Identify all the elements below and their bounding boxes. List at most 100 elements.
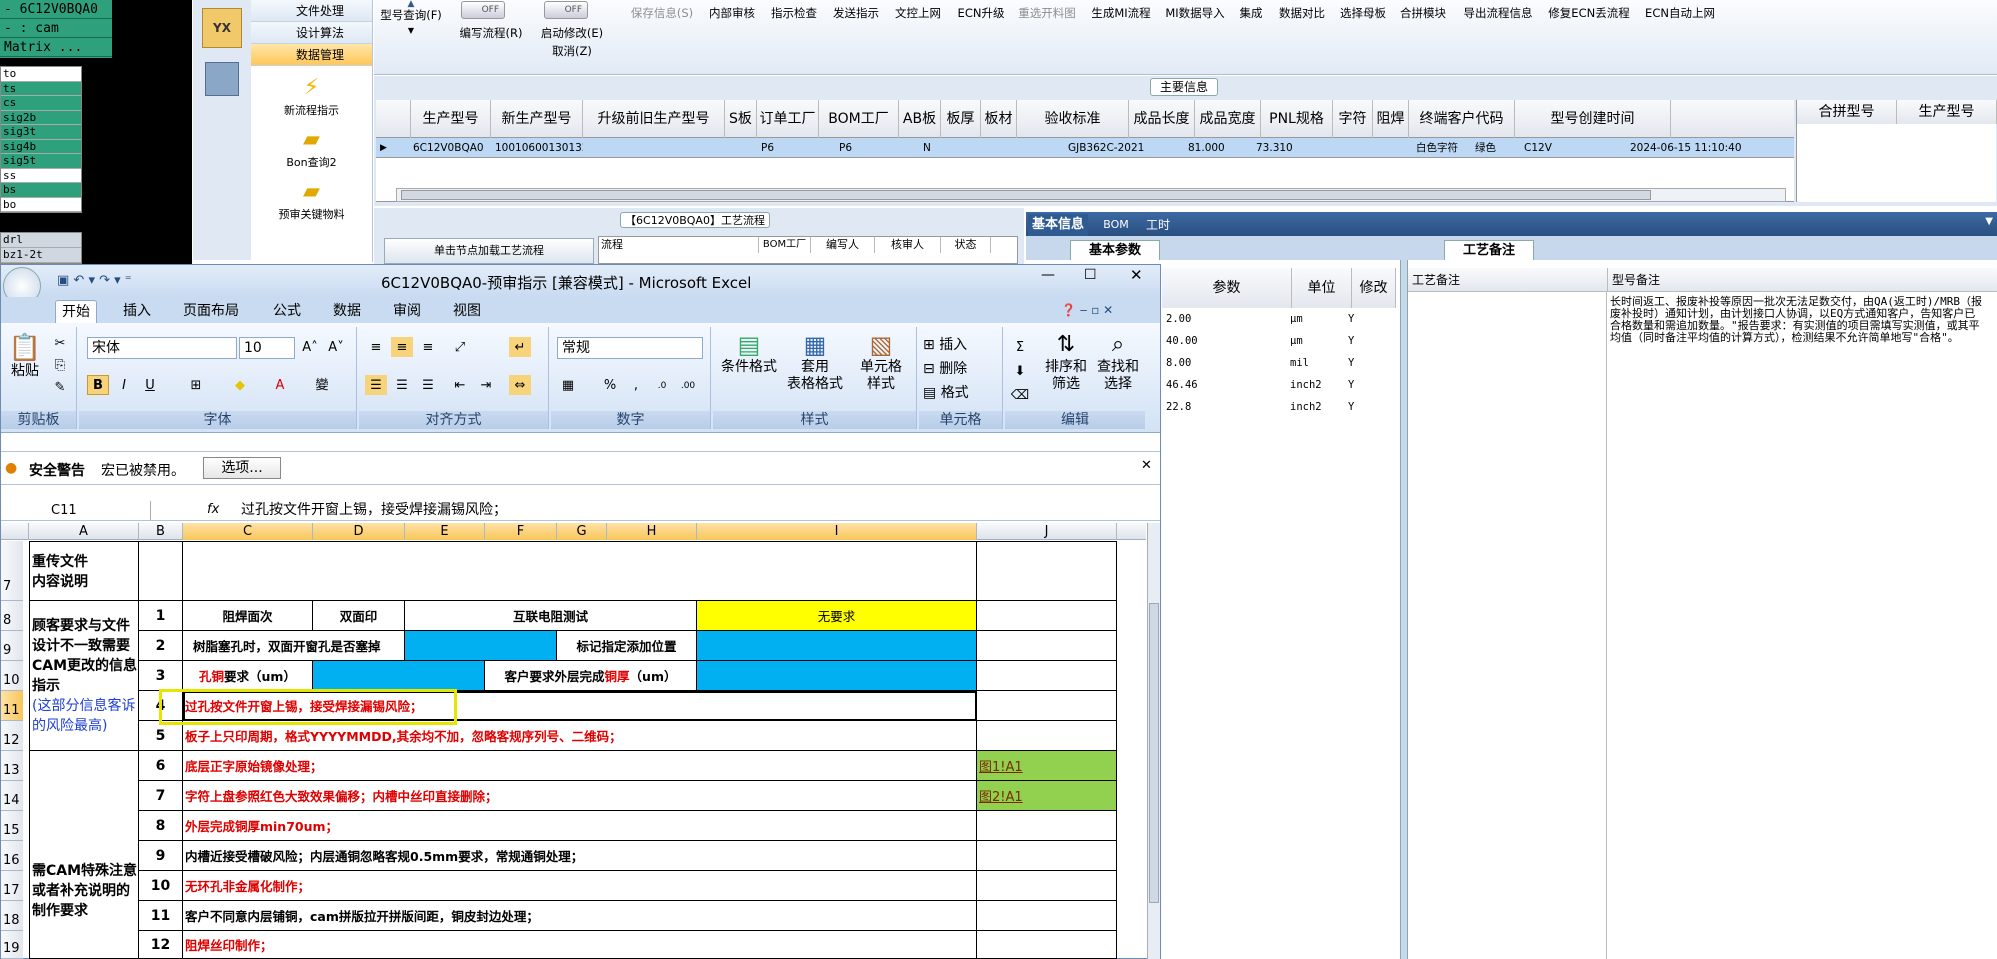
param-modify[interactable]: Y xyxy=(1348,374,1354,396)
col-b[interactable]: B xyxy=(139,523,183,540)
italic-icon[interactable]: I xyxy=(113,375,135,395)
cell[interactable]: 10010600130132 xyxy=(491,138,583,158)
cell[interactable]: 白色字符 xyxy=(1416,138,1466,158)
horizontal-scrollbar[interactable] xyxy=(396,188,1786,202)
row-header[interactable]: 19 xyxy=(1,931,23,959)
select-mother-button[interactable]: 选择母板 xyxy=(1336,6,1390,20)
export-flow-button[interactable]: 导出流程信息 xyxy=(1458,6,1538,20)
formula-input[interactable]: 过孔按文件开窗上锡，接受焊接漏锡风险； xyxy=(241,501,507,520)
j19-cell[interactable] xyxy=(977,931,1117,959)
col-header[interactable]: 新生产型号 xyxy=(491,100,583,138)
scroll-thumb[interactable] xyxy=(401,190,1651,200)
cell-style-button[interactable]: ▧ 单元格 样式 xyxy=(849,331,913,393)
autosum-icon[interactable]: Σ xyxy=(1009,337,1031,357)
row-header[interactable]: 15 xyxy=(1,811,23,841)
clear-icon[interactable]: ⌫ xyxy=(1009,385,1031,405)
param-modify[interactable]: Y xyxy=(1348,352,1354,374)
nav-item-material[interactable]: ▰ 预审关键物料 xyxy=(251,180,372,222)
generate-mi-button[interactable]: 生成MI流程 xyxy=(1088,6,1154,20)
align-bottom-icon[interactable]: ≡ xyxy=(417,337,439,357)
col-f[interactable]: F xyxy=(485,523,557,540)
paste-button[interactable]: 📋 粘贴 xyxy=(5,333,45,380)
b-num[interactable]: 7 xyxy=(139,781,183,811)
layer-item[interactable]: to xyxy=(1,67,81,82)
doc-online-button[interactable]: 文控上网 xyxy=(892,6,944,20)
col-h[interactable]: H xyxy=(607,523,697,540)
row7-content[interactable] xyxy=(183,541,977,601)
col-header[interactable]: 板厚 xyxy=(941,100,981,138)
tab-insert[interactable]: 插入 xyxy=(117,300,157,323)
layer-item[interactable]: drl xyxy=(1,233,81,248)
row-header[interactable]: 9 xyxy=(1,631,23,661)
cancel-button[interactable]: 取消(Z) xyxy=(550,44,594,58)
layer-item[interactable]: sig2b xyxy=(1,110,81,125)
c15-cell[interactable]: 外层完成铜厚min70um； xyxy=(183,811,977,841)
col-header[interactable]: BOM工厂 xyxy=(819,100,899,138)
col-header[interactable]: 合拼型号 xyxy=(1797,100,1897,124)
align-middle-icon[interactable]: ≡ xyxy=(391,337,413,357)
c14-cell[interactable]: 字符上盘参照红色大致效果偏移；内槽中丝印直接删除； xyxy=(183,781,977,811)
align-center-icon[interactable]: ☰ xyxy=(391,375,413,395)
align-right-icon[interactable]: ☰ xyxy=(417,375,439,395)
cell[interactable]: P6 xyxy=(761,138,819,158)
increase-indent-icon[interactable]: ⇥ xyxy=(475,375,497,395)
c19-cell[interactable]: 阻焊丝印制作； xyxy=(183,931,977,959)
tab-page-layout[interactable]: 页面布局 xyxy=(177,300,245,323)
minimize-icon[interactable]: — xyxy=(1041,267,1055,283)
data-compare-button[interactable]: 数据对比 xyxy=(1274,6,1330,20)
param-modify[interactable]: Y xyxy=(1348,330,1354,352)
col-d[interactable]: D xyxy=(313,523,405,540)
cell[interactable]: C12V xyxy=(1524,138,1584,158)
align-left-icon[interactable]: ☰ xyxy=(365,375,387,395)
param-modify[interactable]: Y xyxy=(1348,308,1354,330)
nav-tab-data[interactable]: 数据管理 xyxy=(251,44,372,66)
j17-cell[interactable] xyxy=(977,871,1117,901)
j15-cell[interactable] xyxy=(977,811,1117,841)
layer-item[interactable]: ss xyxy=(1,169,81,183)
col-header[interactable]: 成品长度 xyxy=(1129,100,1195,138)
tab-review[interactable]: 审阅 xyxy=(387,300,427,323)
load-flow-hint[interactable]: 单击节点加载工艺流程 xyxy=(384,238,594,264)
row-header[interactable]: 13 xyxy=(1,751,23,781)
c13-cell[interactable]: 底层正字原始镜像处理； xyxy=(183,751,977,781)
format-cells-button[interactable]: ▤ 格式 xyxy=(923,385,969,402)
row-header[interactable]: 11 xyxy=(1,691,23,721)
percent-icon[interactable]: % xyxy=(599,375,621,395)
col-header[interactable]: 型号创建时间 xyxy=(1515,100,1671,138)
col-header[interactable]: 核审人 xyxy=(875,237,941,253)
cut-icon[interactable]: ✂ xyxy=(49,333,71,353)
param-value[interactable]: 8.00 xyxy=(1166,352,1191,374)
row-header[interactable]: 10 xyxy=(1,661,23,691)
ecn-upgrade-button[interactable]: ECN升级 xyxy=(956,6,1006,20)
quick-access-icon[interactable]: ▣ ↶ ▾ ↷ ▾ ⁼ xyxy=(57,273,132,288)
table-format-button[interactable]: ▦ 套用 表格格式 xyxy=(783,331,847,393)
j12-cell[interactable] xyxy=(977,721,1117,751)
row-header[interactable]: 17 xyxy=(1,871,23,901)
nav-tab-design[interactable]: 设计算法 xyxy=(251,22,372,44)
check-instruction-button[interactable]: 指示检查 xyxy=(768,6,820,20)
col-header[interactable]: 参数 xyxy=(1162,268,1292,308)
close-icon[interactable]: ✕ xyxy=(1130,266,1143,284)
layer-item[interactable]: sig4b xyxy=(1,139,81,154)
layer-list-2[interactable]: drl bz1-2t xyxy=(0,232,82,264)
start-edit-toggle[interactable]: OFF xyxy=(544,1,588,19)
conditional-format-button[interactable]: ▤ 条件格式 xyxy=(717,331,781,376)
col-header[interactable]: 流程 xyxy=(599,237,759,253)
options-button[interactable]: 选项... xyxy=(203,457,281,479)
col-g[interactable]: G xyxy=(557,523,607,540)
font-size-select[interactable]: 10 xyxy=(239,337,295,359)
col-header[interactable]: 状态 xyxy=(941,237,991,253)
layer-list[interactable]: to ts cs sig2b sig3t sig4b sig5t ss bs b… xyxy=(0,66,82,213)
layer-item[interactable]: sig5t xyxy=(1,154,81,169)
b-num[interactable]: 3 xyxy=(139,661,183,691)
decrease-decimal-icon[interactable]: .00 xyxy=(677,375,699,395)
tab-data[interactable]: 数据 xyxy=(327,300,367,323)
font-name-select[interactable]: 宋体 xyxy=(87,337,237,359)
cell[interactable]: 73.310 xyxy=(1256,138,1316,158)
col-header[interactable]: 终端客户代码 xyxy=(1409,100,1515,138)
currency-icon[interactable]: ▦ xyxy=(557,375,579,395)
col-header[interactable]: 编写人 xyxy=(811,237,875,253)
j16-cell[interactable] xyxy=(977,841,1117,871)
param-value[interactable]: 2.00 xyxy=(1166,308,1191,330)
col-j[interactable]: J xyxy=(977,523,1117,540)
